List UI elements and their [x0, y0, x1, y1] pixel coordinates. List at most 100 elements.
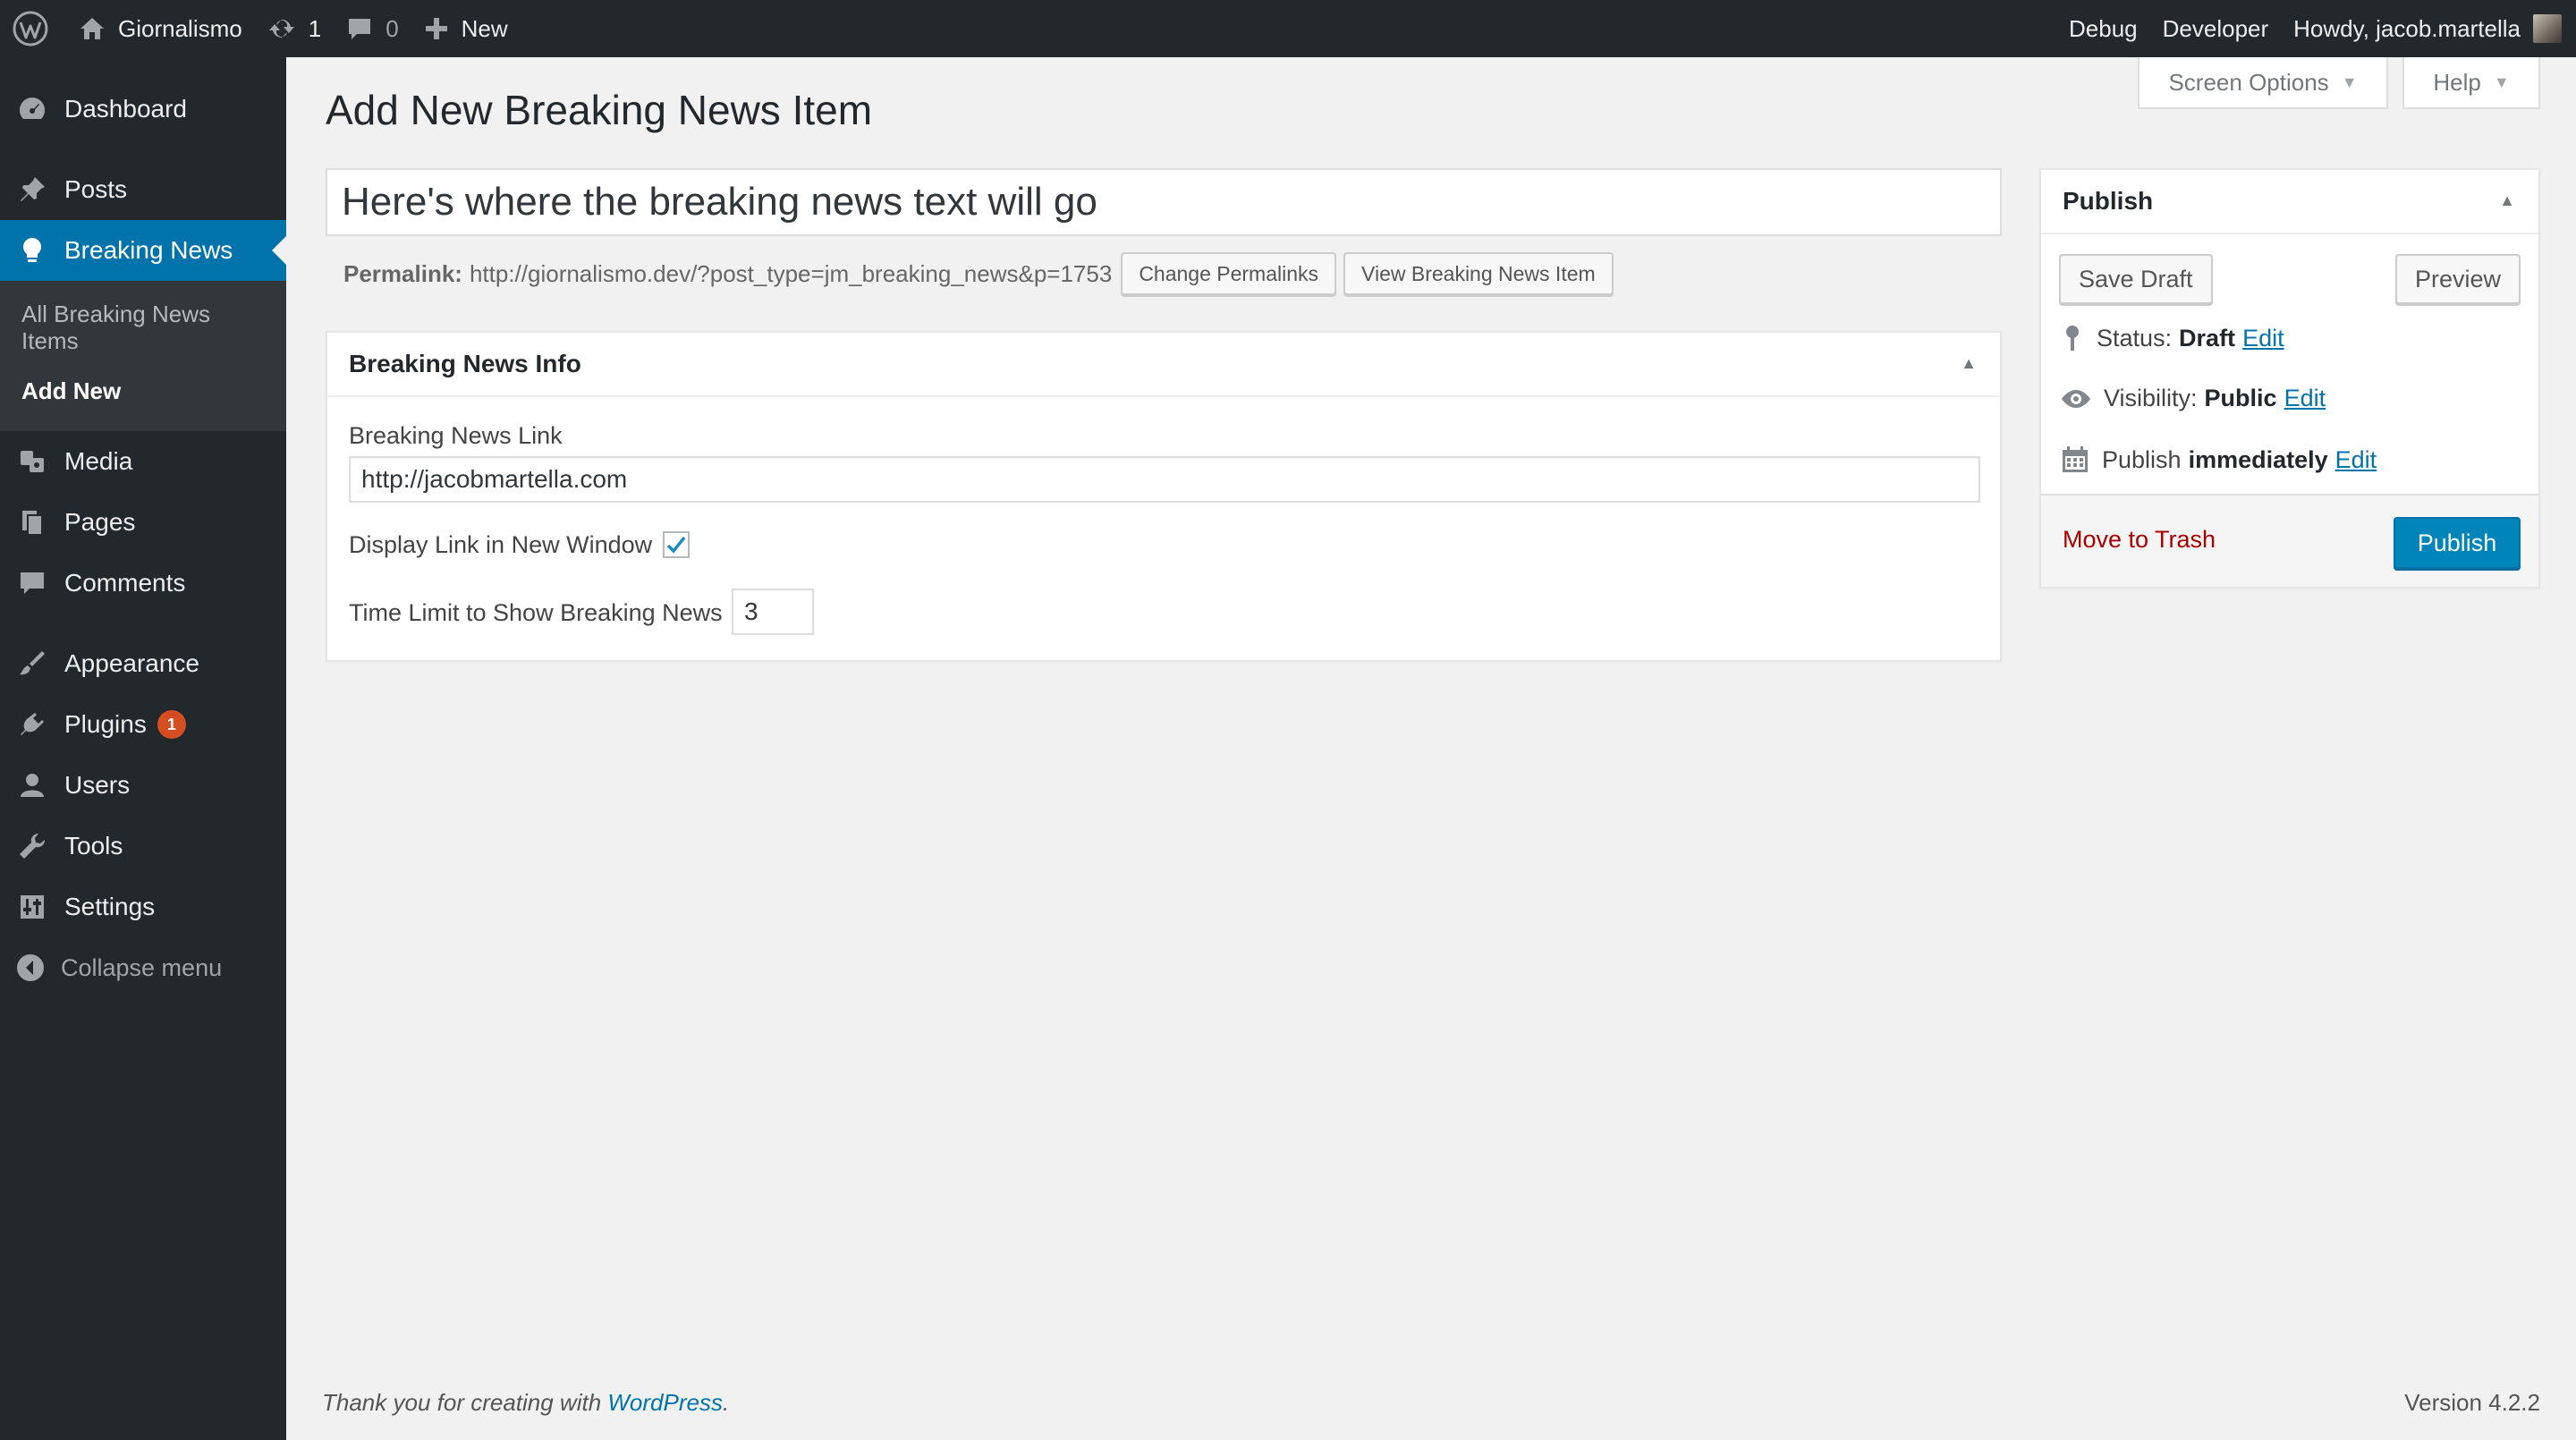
breaking-news-submenu: All Breaking News Items Add New: [0, 281, 286, 431]
site-name-link[interactable]: Giornalismo: [66, 0, 255, 57]
sidebar-item-breaking-news[interactable]: Breaking News: [0, 220, 286, 281]
collapse-menu-button[interactable]: Collapse menu: [0, 937, 286, 998]
submenu-add-new[interactable]: Add New: [21, 377, 121, 405]
preview-button[interactable]: Preview: [2394, 254, 2521, 304]
sidebar-item-label: Media: [64, 447, 133, 475]
sidebar-item-label: Dashboard: [64, 95, 187, 123]
status-value: Draft: [2179, 324, 2236, 352]
checkmark-icon: [666, 536, 686, 554]
sidebar-item-label: Posts: [64, 175, 128, 203]
sidebar-item-settings[interactable]: Settings: [0, 877, 286, 937]
box-title: Breaking News Info: [349, 350, 581, 377]
footer-version: Version 4.2.2: [2404, 1389, 2540, 1416]
lightbulb-icon: [22, 238, 41, 262]
box-header[interactable]: Publish: [2041, 170, 2538, 234]
sidebar-item-label: Breaking News: [64, 236, 233, 264]
publish-label: Publish: [2102, 445, 2182, 473]
calendar-icon: [2063, 446, 2088, 472]
screen-options-button[interactable]: Screen Options ▼: [2138, 57, 2388, 109]
new-content-link[interactable]: New: [411, 0, 521, 57]
save-draft-button[interactable]: Save Draft: [2059, 254, 2213, 304]
debug-label: Debug: [2069, 14, 2138, 42]
user-icon: [21, 774, 44, 797]
admin-bar: Giornalismo 1 0 New Debug Developer Howd…: [0, 0, 2576, 57]
sidebar-item-posts[interactable]: Posts: [0, 159, 286, 220]
status-row: Status: Draft Edit: [2061, 324, 2284, 352]
view-item-button[interactable]: View Breaking News Item: [1343, 252, 1614, 295]
developer-link[interactable]: Developer: [2150, 0, 2282, 57]
sidebar-item-users[interactable]: Users: [0, 755, 286, 816]
media-icon: [21, 451, 44, 472]
plugin-icon: [21, 713, 44, 735]
status-label: Status:: [2097, 324, 2173, 352]
sidebar-item-appearance[interactable]: Appearance: [0, 633, 286, 694]
publish-date-row: Publish immediately Edit: [2061, 445, 2377, 474]
box-header[interactable]: Breaking News Info: [327, 333, 2000, 397]
screen-options-label: Screen Options: [2168, 68, 2329, 96]
sidebar-item-plugins[interactable]: Plugins 1: [0, 694, 286, 755]
new-label: New: [461, 14, 508, 42]
breaking-news-link-label: Breaking News Link: [349, 422, 563, 449]
edit-visibility-link[interactable]: Edit: [2284, 385, 2326, 412]
comment-icon: [349, 19, 371, 39]
new-window-checkbox[interactable]: [663, 531, 690, 558]
updates-link[interactable]: 1: [255, 0, 334, 57]
wordpress-logo-button[interactable]: [0, 0, 66, 57]
sidebar-item-label: Appearance: [64, 649, 200, 677]
sidebar-item-label: Settings: [64, 893, 156, 920]
settings-icon: [21, 895, 44, 919]
sidebar-item-label: Pages: [64, 508, 136, 536]
sidebar-item-dashboard[interactable]: Dashboard: [0, 79, 286, 140]
sidebar-item-label: Plugins: [64, 710, 147, 738]
publish-button[interactable]: Publish: [2394, 517, 2521, 569]
time-limit-label: Time Limit to Show Breaking News: [349, 599, 723, 626]
pin-icon: [21, 177, 45, 201]
visibility-value: Public: [2204, 385, 2277, 411]
brush-icon: [20, 651, 45, 675]
wordpress-logo-icon: [13, 11, 48, 47]
major-publishing-actions: Move to Trash Publish: [2041, 494, 2538, 587]
sidebar-item-label: Users: [64, 771, 131, 799]
footer-thanks-prefix: Thank you for creating with: [322, 1389, 602, 1416]
avatar: [2533, 14, 2562, 43]
time-limit-input[interactable]: [732, 589, 814, 635]
publish-box: Publish ▲ Save Draft Preview Status: Dra…: [2039, 168, 2540, 589]
page-title: Add New Breaking News Item: [326, 87, 873, 133]
collapse-arrow-icon[interactable]: ▲: [2499, 191, 2515, 210]
sidebar-item-label: Comments: [64, 569, 186, 597]
debug-link[interactable]: Debug: [2056, 0, 2150, 57]
submenu-all-items[interactable]: All Breaking News Items: [21, 301, 254, 354]
move-to-trash-link[interactable]: Move to Trash: [2063, 526, 2216, 554]
account-menu[interactable]: Howdy, jacob.martella: [2281, 0, 2576, 57]
permalink-url[interactable]: http://giornalismo.dev/?post_type=jm_bre…: [470, 260, 1112, 288]
collapse-arrow-icon[interactable]: ▲: [1961, 354, 1977, 373]
sidebar-item-comments[interactable]: Comments: [0, 553, 286, 614]
plugins-update-badge: 1: [157, 710, 186, 739]
eye-icon: [2062, 389, 2090, 408]
sidebar-item-pages[interactable]: Pages: [0, 492, 286, 553]
breaking-news-link-input[interactable]: [349, 456, 1980, 503]
help-label: Help: [2433, 68, 2481, 96]
edit-status-link[interactable]: Edit: [2242, 325, 2284, 352]
plus-icon: [425, 18, 447, 39]
dropdown-arrow-icon: ▼: [2341, 72, 2358, 91]
help-button[interactable]: Help ▼: [2402, 57, 2540, 109]
collapse-menu-label: Collapse menu: [61, 953, 223, 981]
change-permalinks-button[interactable]: Change Permalinks: [1121, 252, 1337, 295]
box-title: Publish: [2063, 187, 2154, 215]
comment-icon: [21, 572, 44, 594]
sidebar-item-media[interactable]: Media: [0, 431, 286, 492]
footer-thanks: Thank you for creating with WordPress.: [322, 1389, 729, 1417]
wordpress-link[interactable]: WordPress: [607, 1389, 723, 1416]
developer-label: Developer: [2162, 14, 2269, 42]
comments-link[interactable]: 0: [334, 0, 411, 57]
howdy-label: Howdy, jacob.martella: [2293, 14, 2521, 42]
admin-sidebar: Dashboard Posts Breaking News All Breaki…: [0, 57, 286, 1440]
sidebar-item-tools[interactable]: Tools: [0, 816, 286, 877]
sidebar-item-label: Tools: [64, 832, 123, 860]
edit-publish-date-link[interactable]: Edit: [2335, 446, 2377, 474]
breaking-news-info-box: Breaking News Info ▲ Breaking News Link …: [326, 331, 2002, 662]
site-name: Giornalismo: [118, 14, 242, 42]
permalink-label: Permalink:: [343, 259, 462, 287]
post-title-input[interactable]: [326, 168, 2002, 236]
